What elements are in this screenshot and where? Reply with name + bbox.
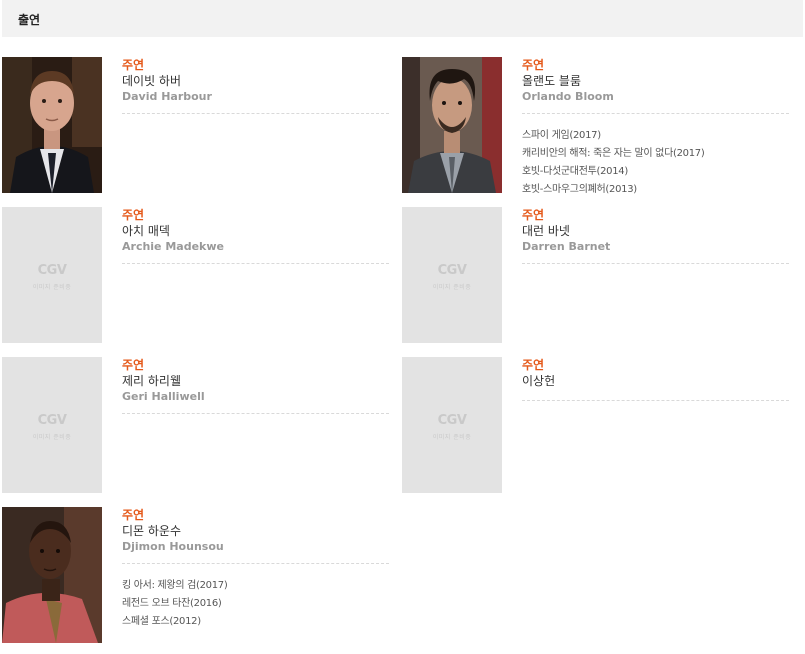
divider [522, 263, 789, 264]
section-header: 출연 [2, 0, 803, 37]
cast-info: 주연 올랜도 블룸 Orlando Bloom 스파이 게임(2017) 캐리비… [522, 57, 789, 199]
role-label: 주연 [122, 508, 145, 522]
cast-info: 주연 이상헌 [522, 357, 789, 401]
filmography-item[interactable]: 호빗-다섯군대전투(2014) [522, 163, 789, 181]
filmography-list: 스파이 게임(2017) 캐리비안의 해적: 죽은 자는 말이 없다(2017)… [522, 127, 789, 199]
cgv-logo: CGV [37, 413, 67, 428]
cgv-logo: CGV [437, 263, 467, 278]
role-label: 주연 [122, 58, 145, 72]
divider [122, 113, 389, 114]
divider [122, 413, 389, 414]
actor-name-korean[interactable]: 데이빗 하버 [122, 73, 389, 90]
placeholder-caption: 이미지 준비중 [32, 284, 72, 291]
cast-info: 주연 제리 하리웰 Geri Halliwell [122, 357, 389, 414]
role-label: 주연 [122, 208, 145, 222]
actor-photo-placeholder[interactable]: CGV 이미지 준비중 [402, 357, 502, 493]
role-label: 주연 [522, 358, 545, 372]
actor-photo-placeholder[interactable]: CGV 이미지 준비중 [402, 207, 502, 343]
filmography-item[interactable]: 캐리비안의 해적: 죽은 자는 말이 없다(2017) [522, 145, 789, 163]
actor-name-korean[interactable]: 디몬 하운수 [122, 523, 389, 540]
cast-info: 주연 아치 매덱 Archie Madekwe [122, 207, 389, 264]
actor-name-english: Darren Barnet [522, 240, 611, 253]
actor-name-korean[interactable]: 대런 바넷 [522, 223, 789, 240]
filmography-item[interactable]: 킹 아서: 제왕의 검(2017) [122, 577, 389, 595]
actor-name-english: Archie Madekwe [122, 240, 224, 253]
cast-card[interactable]: CGV 이미지 준비중 주연 이상헌 [402, 357, 790, 494]
cast-card[interactable]: CGV 이미지 준비중 주연 아치 매덱 Archie Madekwe [2, 207, 390, 344]
divider [522, 113, 789, 114]
divider [122, 263, 389, 264]
cast-card[interactable]: 주연 디몬 하운수 Djimon Hounsou 킹 아서: 제왕의 검(201… [2, 507, 390, 644]
filmography-item[interactable]: 레전드 오브 타잔(2016) [122, 595, 389, 613]
placeholder-caption: 이미지 준비중 [432, 434, 472, 441]
filmography-item[interactable]: 스페셜 포스(2012) [122, 613, 389, 631]
cgv-logo: CGV [437, 413, 467, 428]
cgv-logo: CGV [37, 263, 67, 278]
filmography-list: 킹 아서: 제왕의 검(2017) 레전드 오브 타잔(2016) 스페셜 포스… [122, 577, 389, 631]
actor-name-english: Orlando Bloom [522, 90, 614, 103]
actor-photo-placeholder[interactable]: CGV 이미지 준비중 [2, 207, 102, 343]
divider [122, 563, 389, 564]
actor-name-korean[interactable]: 올랜도 블룸 [522, 73, 789, 90]
cast-card[interactable]: CGV 이미지 준비중 주연 제리 하리웰 Geri Halliwell [2, 357, 390, 494]
section-title: 출연 [18, 13, 41, 27]
placeholder-caption: 이미지 준비중 [432, 284, 472, 291]
actor-photo[interactable] [402, 57, 502, 193]
role-label: 주연 [122, 358, 145, 372]
role-label: 주연 [522, 208, 545, 222]
divider [522, 400, 789, 401]
actor-name-korean[interactable]: 아치 매덱 [122, 223, 389, 240]
cast-info: 주연 대런 바넷 Darren Barnet [522, 207, 789, 264]
filmography-item[interactable]: 호빗-스마우그의폐허(2013) [522, 181, 789, 199]
actor-photo[interactable] [2, 507, 102, 643]
cast-card[interactable]: CGV 이미지 준비중 주연 대런 바넷 Darren Barnet [402, 207, 790, 344]
actor-photo[interactable] [2, 57, 102, 193]
actor-name-english: Geri Halliwell [122, 390, 205, 403]
cast-info: 주연 디몬 하운수 Djimon Hounsou 킹 아서: 제왕의 검(201… [122, 507, 389, 631]
actor-name-english: Djimon Hounsou [122, 540, 224, 553]
cast-card[interactable]: 주연 올랜도 블룸 Orlando Bloom 스파이 게임(2017) 캐리비… [402, 57, 790, 195]
actor-name-english: David Harbour [122, 90, 212, 103]
role-label: 주연 [522, 58, 545, 72]
cast-card[interactable]: 주연 데이빗 하버 David Harbour [2, 57, 390, 194]
actor-name-korean[interactable]: 제리 하리웰 [122, 373, 389, 390]
placeholder-caption: 이미지 준비중 [32, 434, 72, 441]
actor-photo-placeholder[interactable]: CGV 이미지 준비중 [2, 357, 102, 493]
actor-name-korean[interactable]: 이상헌 [522, 373, 789, 390]
filmography-item[interactable]: 스파이 게임(2017) [522, 127, 789, 145]
cast-info: 주연 데이빗 하버 David Harbour [122, 57, 389, 114]
